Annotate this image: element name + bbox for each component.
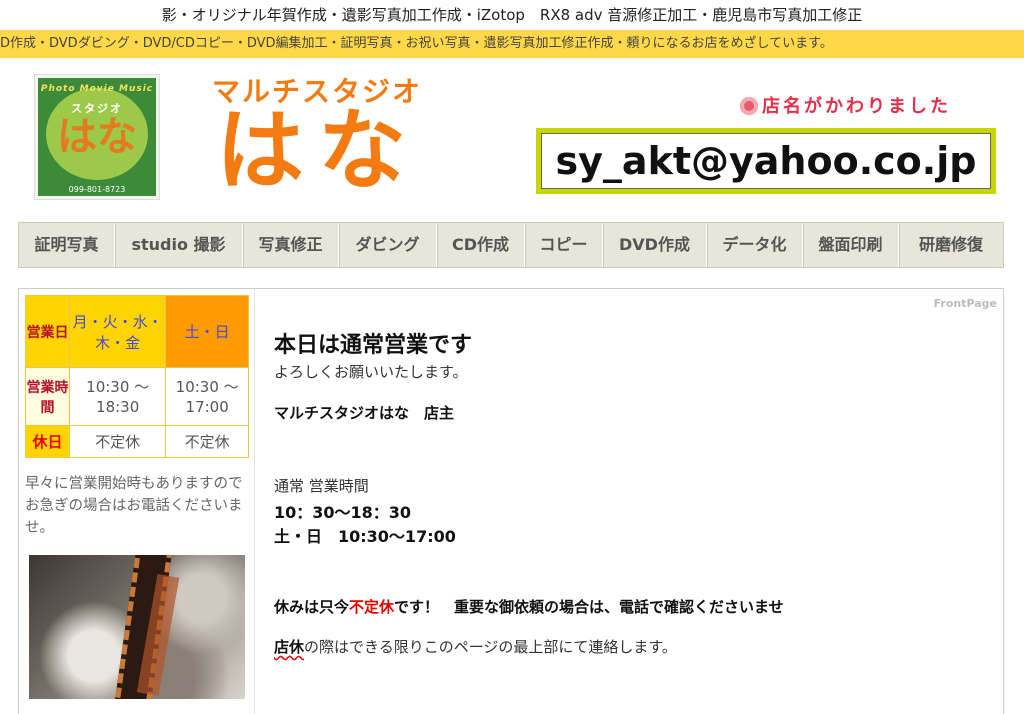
weekday-hours-cell: 10:30 〜 18:30: [68, 367, 167, 426]
email-address: sy_akt@yahoo.co.jp: [555, 139, 977, 183]
flower-icon: [740, 97, 758, 115]
nav-item-studio[interactable]: studio 撮影: [115, 223, 243, 267]
hours-weekend: 土・日 10:30〜17:00: [274, 527, 456, 546]
holiday-post: です！ 重要な御依頼の場合は、電話で確認くださいませ: [394, 598, 784, 616]
hours-heading: 通常 営業時間: [274, 477, 369, 495]
greeting-text: よろしくお願いいたします。: [274, 363, 468, 381]
page-tag[interactable]: FrontPage: [934, 297, 997, 310]
ticker-text: D作成・DVDダビング・DVD/CDコピー・DVD編集加工・証明写真・お祝い写真…: [0, 36, 833, 51]
logo-name-text: はな: [57, 114, 137, 160]
logo-image: Photo Movie Music スタジオ はな 099-801-8723: [38, 78, 156, 196]
label-closed: 休日: [25, 425, 70, 458]
main-content: FrontPage 本日は通常営業です よろしくお願いいたします。 マルチスタジ…: [255, 289, 1003, 714]
label-business-days: 営業日: [25, 295, 70, 368]
site-header: Photo Movie Music スタジオ はな 099-801-8723 マ…: [0, 58, 1024, 220]
weekend-hours-cell: 10:30 〜 17:00: [165, 367, 249, 426]
holiday-notice: 休みは只今不定休です！ 重要な御依頼の場合は、電話で確認くださいませ: [274, 596, 784, 617]
site-logo[interactable]: Photo Movie Music スタジオ はな 099-801-8723: [34, 74, 160, 200]
nav-item-repair[interactable]: 研磨修復: [899, 223, 1003, 267]
nav-item-retouch[interactable]: 写真修正: [243, 223, 339, 267]
closure-notice: 店休の際はできる限りこのページの最上部にて連絡します。: [274, 636, 677, 657]
hours-weekday: 10：30〜18：30: [274, 503, 412, 522]
closure-rest: の際はできる限りこのページの最上部にて連絡します。: [304, 638, 677, 656]
nav-item-dubbing[interactable]: ダビング: [339, 223, 437, 267]
logo-phone-text: 099-801-8723: [68, 185, 126, 194]
name-change-notice: 店名がかわりました: [740, 92, 951, 118]
main-nav: 証明写真 studio 撮影 写真修正 ダビング CD作成 コピー DVD作成 …: [18, 222, 1004, 268]
signature-text: マルチスタジオはな 店主: [274, 404, 455, 422]
closed-weekday-cell: 不定休: [68, 425, 167, 458]
nav-item-cd[interactable]: CD作成: [437, 223, 525, 267]
nav-item-copy[interactable]: コピー: [525, 223, 603, 267]
notice-text: 店名がかわりました: [762, 96, 951, 117]
nav-item-data[interactable]: データ化: [707, 223, 803, 267]
weekdays-cell: 月・火・水・木・金: [68, 295, 167, 368]
page-title: 本日は通常営業です: [274, 333, 473, 358]
email-banner: sy_akt@yahoo.co.jp: [536, 128, 996, 194]
nav-item-label-print[interactable]: 盤面印刷: [803, 223, 899, 267]
closure-word: 店休: [274, 638, 305, 656]
top-banner: 影・オリジナル年賀作成・遺影写真加工作成・iZotop RX8 adv 音源修正…: [0, 0, 1024, 30]
label-business-hours: 営業時間: [25, 367, 70, 426]
weekend-cell: 土・日: [165, 295, 249, 368]
holiday-highlight: 不定休: [349, 598, 395, 616]
content-area: 営業日 月・火・水・木・金 土・日 営業時間 10:30 〜 18:30 10:…: [18, 288, 1004, 714]
nav-item-id-photo[interactable]: 証明写真: [19, 223, 115, 267]
film-photo: [29, 555, 245, 699]
brand-name: はな: [216, 99, 421, 202]
nav-item-dvd[interactable]: DVD作成: [603, 223, 707, 267]
marquee-ticker: D作成・DVDダビング・DVD/CDコピー・DVD編集加工・証明写真・お祝い写真…: [0, 30, 1024, 58]
logo-arc-text: Photo Movie Music: [40, 84, 154, 94]
sidebar-note: 早々に営業開始時もありますのでお急ぎの場合はお電話くださいませ。: [25, 476, 243, 536]
sidebar: 営業日 月・火・水・木・金 土・日 営業時間 10:30 〜 18:30 10:…: [19, 289, 255, 714]
closed-weekend-cell: 不定休: [165, 425, 249, 458]
holiday-pre: 休みは只今: [274, 598, 350, 616]
business-hours-table: 営業日 月・火・水・木・金 土・日 営業時間 10:30 〜 18:30 10:…: [25, 295, 249, 458]
